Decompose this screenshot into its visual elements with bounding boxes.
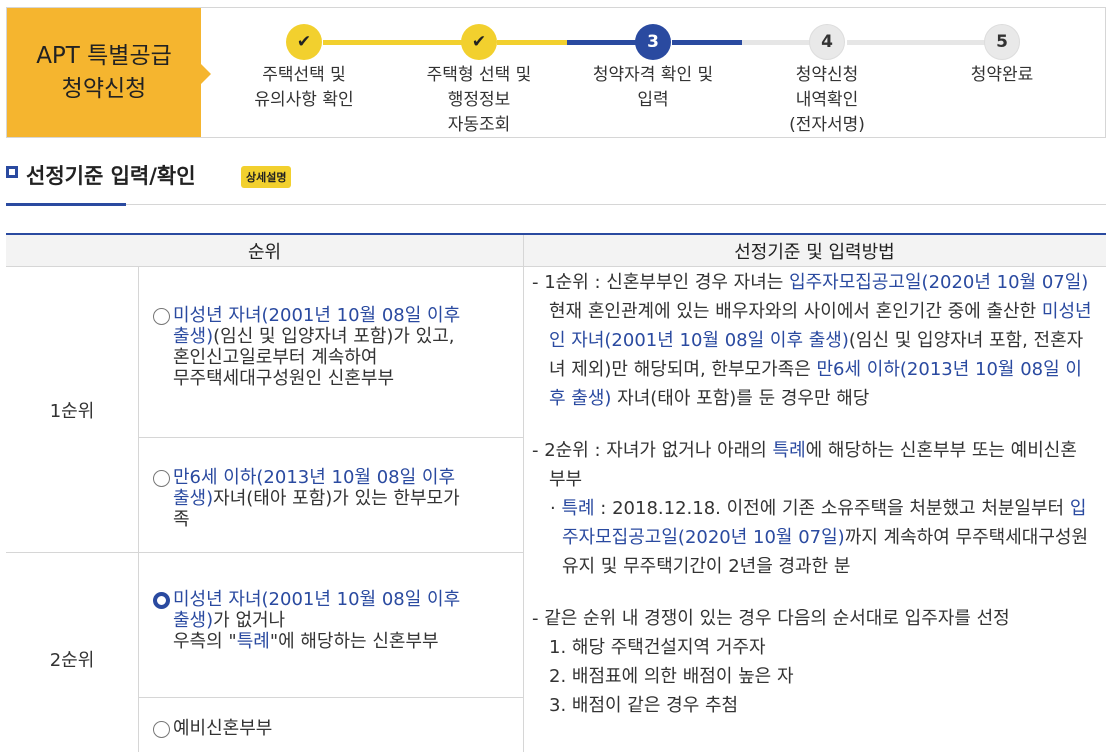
- criteria-tiebreak: - 같은 순위 내 경쟁이 있는 경우 다음의 순서대로 입주자를 선정: [532, 608, 1010, 629]
- option-text: 예비신혼부부: [173, 718, 273, 739]
- text: ·: [550, 498, 562, 519]
- text: 현재 혼인관계에 있는 배우자와의 사이에서 혼인기간 중에 출산한: [549, 301, 1042, 322]
- tiebreak-item-1: 1. 해당 주택건설지역 거주자: [549, 637, 766, 658]
- step-connector-2b: [567, 40, 637, 45]
- rank-2-label: 2순위: [49, 650, 95, 671]
- section-bullet-icon: [6, 166, 18, 178]
- tiebreak-item-3: 3. 배점이 같은 경우 추첨: [549, 695, 739, 716]
- col-header-rank: 순위: [6, 235, 523, 267]
- step-connector-4: [847, 40, 997, 45]
- detail-button[interactable]: 상세설명: [241, 166, 292, 188]
- criteria-description: - 1순위 : 신혼부부인 경우 자녀는 입주자모집공고일(2020년 10월 …: [532, 268, 1092, 720]
- step-1-label: 주택선택 및 유의사항 확인: [254, 65, 354, 110]
- step-4-number: 4: [809, 24, 845, 60]
- criteria-special-case: · 특례 : 2018.12.18. 이전에 기존 소유주택을 처분했고 처분일…: [532, 494, 1092, 581]
- step-1-check-icon: ✔: [286, 24, 322, 60]
- step-5-label: 청약완료: [970, 65, 1034, 85]
- option-rank2-prospective[interactable]: 예비신혼부부: [153, 718, 473, 739]
- step-2-label: 주택형 선택 및 행정정보 자동조회: [426, 65, 532, 135]
- radio-button[interactable]: [153, 721, 170, 738]
- option-rank2-no-minor-child[interactable]: 미성년 자녀(2001년 10월 08일 이후 출생)가 없거나 우측의 "특례…: [153, 589, 473, 652]
- text-highlight: 입주자모집공고일(2020년 10월 07일): [789, 272, 1089, 293]
- step-connector-2a: [497, 40, 567, 45]
- rank-2-cell: 2순위: [6, 553, 138, 752]
- text-highlight: 특례: [561, 498, 595, 519]
- section-underline: [6, 203, 126, 206]
- radio-button-selected[interactable]: [153, 592, 170, 609]
- option-rank1-minor-child[interactable]: 미성년 자녀(2001년 10월 08일 이후 출생)(임신 및 입양자녀 포함…: [153, 305, 473, 389]
- text: : 2018.12.18. 이전에 기존 소유주택을 처분했고 처분일부터: [594, 498, 1070, 519]
- tiebreak-item-2: 2. 배점표에 의한 배점이 높은 자: [549, 666, 794, 687]
- text: - 1순위 : 신혼부부인 경우 자녀는: [532, 272, 790, 293]
- option-text: "에 해당하는 신혼부부: [269, 631, 439, 652]
- text-highlight: 특례: [772, 440, 806, 461]
- option-text: 자녀(태아 포함)가 있는 한부모가족: [173, 488, 460, 530]
- step-3-number: 3: [635, 24, 671, 60]
- text: 자녀(태아 포함)를 둔 경우만 해당: [611, 388, 870, 409]
- option-text-highlight: 특례: [236, 631, 270, 652]
- radio-button[interactable]: [153, 308, 170, 325]
- rank-1-cell: 1순위: [6, 267, 138, 553]
- section-header: 선정기준 입력/확인 상세설명: [6, 160, 1106, 206]
- step-connector-3a: [672, 40, 742, 45]
- step-5-number: 5: [984, 24, 1020, 60]
- stepper-title-line1: APT 특별공급: [36, 42, 172, 69]
- step-3-label: 청약자격 확인 및 입력: [592, 65, 714, 110]
- col-header-criteria: 선정기준 및 입력방법: [523, 235, 1106, 267]
- step-2-check-icon: ✔: [461, 24, 497, 60]
- criteria-rank1: - 1순위 : 신혼부부인 경우 자녀는 입주자모집공고일(2020년 10월 …: [532, 268, 1092, 413]
- col-divider: [523, 235, 524, 752]
- criteria-rank2: - 2순위 : 자녀가 없거나 아래의 특례에 해당하는 신혼부부 또는 예비신…: [532, 436, 1092, 494]
- option-text: (임신 및 입양자녀 포함)가 있고, 혼인신고일로부터 계속하여 무주택세대구…: [173, 326, 455, 389]
- step-connector-1: [323, 40, 483, 45]
- step-4-label: 청약신청 내역확인 (전자서명): [789, 65, 865, 135]
- section-title: 선정기준 입력/확인: [26, 164, 196, 188]
- option-rank1-single-parent[interactable]: 만6세 이하(2013년 10월 08일 이후 출생)자녀(태아 포함)가 있는…: [153, 467, 473, 530]
- stepper-title: APT 특별공급 청약신청: [7, 8, 211, 137]
- rank-1-label: 1순위: [49, 400, 95, 422]
- text: - 2순위 : 자녀가 없거나 아래의: [532, 440, 773, 461]
- stepper-title-line2: 청약신청: [61, 75, 147, 102]
- radio-button[interactable]: [153, 470, 170, 487]
- progress-stepper: APT 특별공급 청약신청 ✔ 주택선택 및 유의사항 확인 ✔ 주택형 선택 …: [6, 7, 1106, 138]
